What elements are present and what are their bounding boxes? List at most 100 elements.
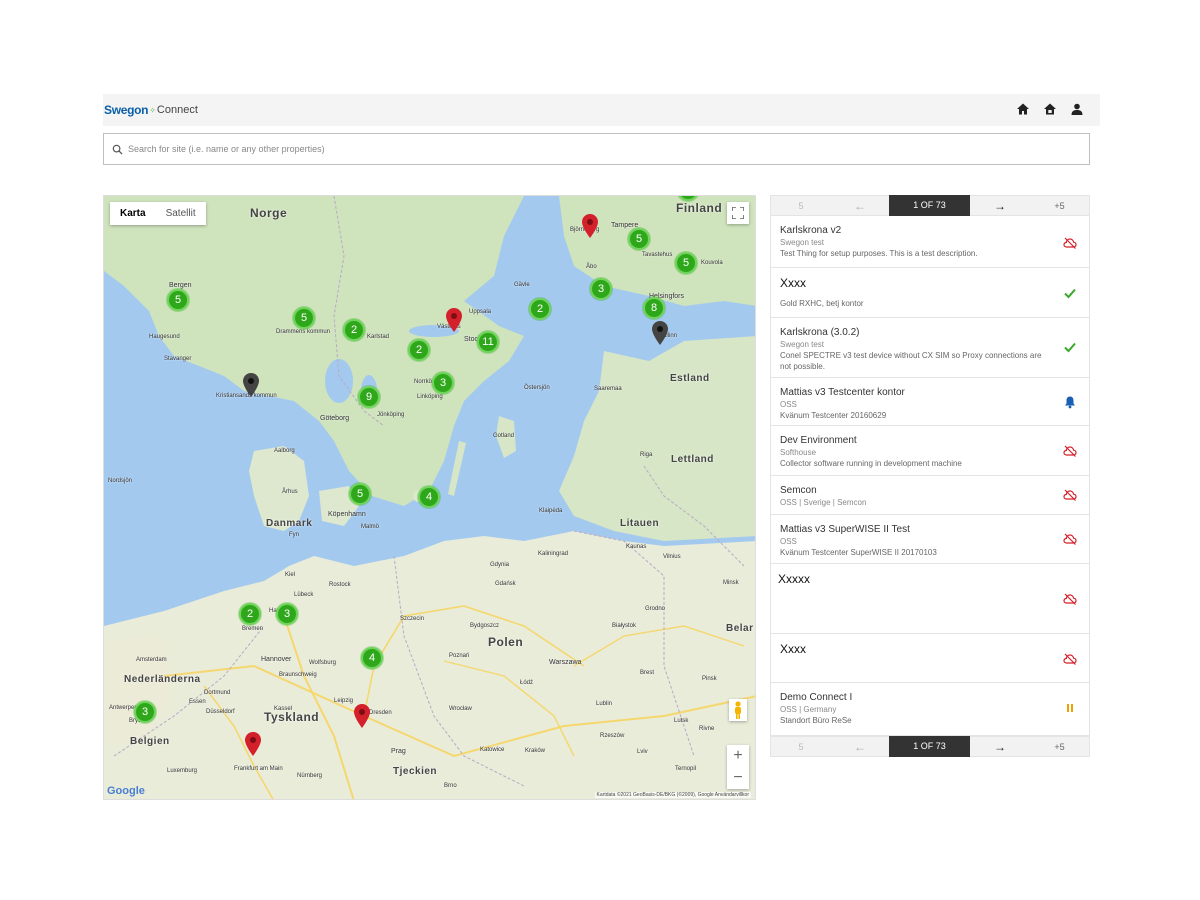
label-finland: Finland: [676, 201, 723, 215]
label-jonkoping: Jönköping: [377, 412, 405, 418]
bell-icon: [1065, 396, 1075, 409]
map-pin-icon[interactable]: [446, 308, 462, 332]
label-kiel: Kiel: [285, 572, 296, 578]
site-name: Xxxxx: [778, 572, 811, 586]
site-description: Standort Büro ReSe: [780, 716, 852, 725]
cluster-linkoping[interactable]: 3: [432, 372, 454, 394]
search-bar[interactable]: [103, 133, 1090, 165]
site-item[interactable]: Xxxx Gold RXHC, betj kontor: [770, 268, 1090, 318]
map-attribution[interactable]: Kartdata ©2021 GeoBasis-DE/BKG (©2009), …: [594, 792, 751, 798]
cluster-hamburg[interactable]: 3: [276, 603, 298, 625]
site-description: Kvänum Testcenter SuperWISE II 20170103: [780, 548, 937, 557]
label-stavanger: Stavanger: [164, 356, 192, 362]
map-view[interactable]: Norge Finland Estland Lettland Litauen D…: [103, 195, 756, 800]
map-type-karta[interactable]: Karta: [110, 202, 156, 225]
site-item[interactable]: Mattias v3 Testcenter kontor OSS Kvänum …: [770, 378, 1090, 426]
arrow-right-icon[interactable]: →: [970, 740, 1030, 754]
cluster-helsinki[interactable]: 8: [643, 297, 665, 319]
building-icon[interactable]: [1043, 102, 1057, 116]
cluster-tampere[interactable]: 5: [628, 228, 650, 250]
label-bialystok: Białystok: [612, 623, 637, 629]
label-leipzig: Leipzig: [334, 698, 354, 704]
cluster-malmo[interactable]: 5: [349, 483, 371, 505]
label-minsk: Minsk: [723, 580, 739, 586]
pager-bottom: 5 ← 1 OF 73 → +5: [770, 736, 1090, 757]
search-icon: [112, 144, 123, 155]
site-description: Gold RXHC, betj kontor: [780, 299, 864, 308]
site-item[interactable]: Dev Environment Softhouse Collector soft…: [770, 426, 1090, 476]
cluster-turku[interactable]: 3: [590, 278, 612, 300]
label-braunschweig: Braunschweig: [279, 672, 317, 678]
label-dortmund: Dortmund: [204, 690, 231, 696]
label-gavle: Gävle: [514, 282, 530, 288]
cluster-antwerpen[interactable]: 3: [134, 701, 156, 723]
pager-last-button[interactable]: +5: [1030, 742, 1089, 752]
label-wolfsburg: Wolfsburg: [309, 660, 336, 666]
cluster-drammen[interactable]: 5: [293, 307, 315, 329]
label-rostock: Rostock: [329, 582, 351, 588]
cluster-bornholm[interactable]: 4: [418, 486, 440, 508]
site-owner: Softhouse: [780, 448, 817, 457]
pause-icon: [1067, 704, 1073, 712]
label-wroclaw: Wrocław: [449, 706, 472, 712]
site-name: Karlskrona v2: [780, 225, 842, 236]
label-gdynia: Gdynia: [490, 562, 510, 568]
pager-last-button[interactable]: +5: [1030, 201, 1089, 211]
label-frankfurt: Frankfurt am Main: [234, 766, 283, 772]
search-input[interactable]: [128, 144, 1028, 154]
label-fyn: Fyn: [289, 532, 300, 538]
cluster-orebro[interactable]: 2: [408, 339, 430, 361]
label-tyskland: Tyskland: [264, 710, 320, 724]
label-riga: Riga: [640, 452, 653, 458]
site-description: Conel SPECTRE v3 test device without CX …: [780, 351, 1042, 371]
site-item[interactable]: Karlskrona v2 Swegon test Test Thing for…: [770, 216, 1090, 268]
arrow-left-icon[interactable]: ←: [831, 199, 889, 213]
site-item[interactable]: Semcon OSS | Sverige | Semcon: [770, 476, 1090, 515]
arrow-right-icon[interactable]: →: [970, 199, 1030, 213]
zoom-out-button[interactable]: −: [727, 767, 749, 789]
cluster-stockholm[interactable]: 11: [477, 331, 499, 353]
cloud-off-icon: [1063, 489, 1077, 501]
label-kaunas: Kaunas: [626, 544, 647, 550]
label-kaliningrad: Kaliningrad: [538, 551, 569, 557]
site-owner: OSS | Sverige | Semcon: [780, 498, 867, 507]
label-litauen: Litauen: [620, 518, 660, 529]
map-pin-icon[interactable]: [243, 373, 259, 397]
label-prag: Prag: [391, 748, 406, 755]
site-item[interactable]: Karlskrona (3.0.2) Swegon test Conel SPE…: [770, 318, 1090, 378]
cluster-kouvola[interactable]: 5: [675, 252, 697, 274]
cluster-aland[interactable]: 2: [529, 298, 551, 320]
site-name: Xxxx: [780, 276, 807, 290]
site-item[interactable]: Xxxxx: [770, 564, 1090, 634]
product-name: Connect: [156, 104, 198, 116]
site-item[interactable]: Demo Connect I OSS | Germany Standort Bü…: [770, 683, 1090, 736]
label-kopenhamn: Köpenhamn: [328, 511, 366, 518]
pager-first-button[interactable]: 5: [771, 742, 831, 752]
user-icon[interactable]: [1070, 102, 1084, 116]
street-view-button[interactable]: [729, 699, 747, 721]
map-type-satellit[interactable]: Satellit: [156, 202, 206, 225]
zoom-in-button[interactable]: +: [727, 745, 749, 767]
cluster-bergen[interactable]: 5: [167, 289, 189, 311]
cluster-berlin[interactable]: 4: [361, 647, 383, 669]
label-rzeszow: Rzeszów: [600, 733, 625, 739]
map-pin-icon[interactable]: [245, 732, 261, 756]
arrow-left-icon[interactable]: ←: [831, 740, 889, 754]
site-item[interactable]: Mattias v3 SuperWISE II Test OSS Kvänum …: [770, 515, 1090, 564]
swegon-connect-logo[interactable]: Swegon ✧ Connect: [104, 103, 198, 117]
cluster-bremen[interactable]: 2: [239, 603, 261, 625]
zoom-control: + −: [727, 745, 749, 789]
pager-first-button[interactable]: 5: [771, 201, 831, 211]
cluster-karlstad[interactable]: 2: [343, 319, 365, 341]
map-pin-icon[interactable]: [652, 321, 668, 345]
map-pin-icon[interactable]: [582, 214, 598, 238]
label-polen: Polen: [488, 635, 524, 649]
label-ternopil: Ternopil: [675, 766, 697, 772]
home-icon[interactable]: [1016, 102, 1030, 116]
site-owner: Swegon test: [780, 238, 825, 247]
cluster-jonkoping[interactable]: 9: [358, 386, 380, 408]
label-brest: Brest: [640, 670, 655, 676]
map-pin-icon[interactable]: [354, 704, 370, 728]
fullscreen-button[interactable]: [727, 202, 749, 224]
site-item[interactable]: Xxxx: [770, 634, 1090, 683]
